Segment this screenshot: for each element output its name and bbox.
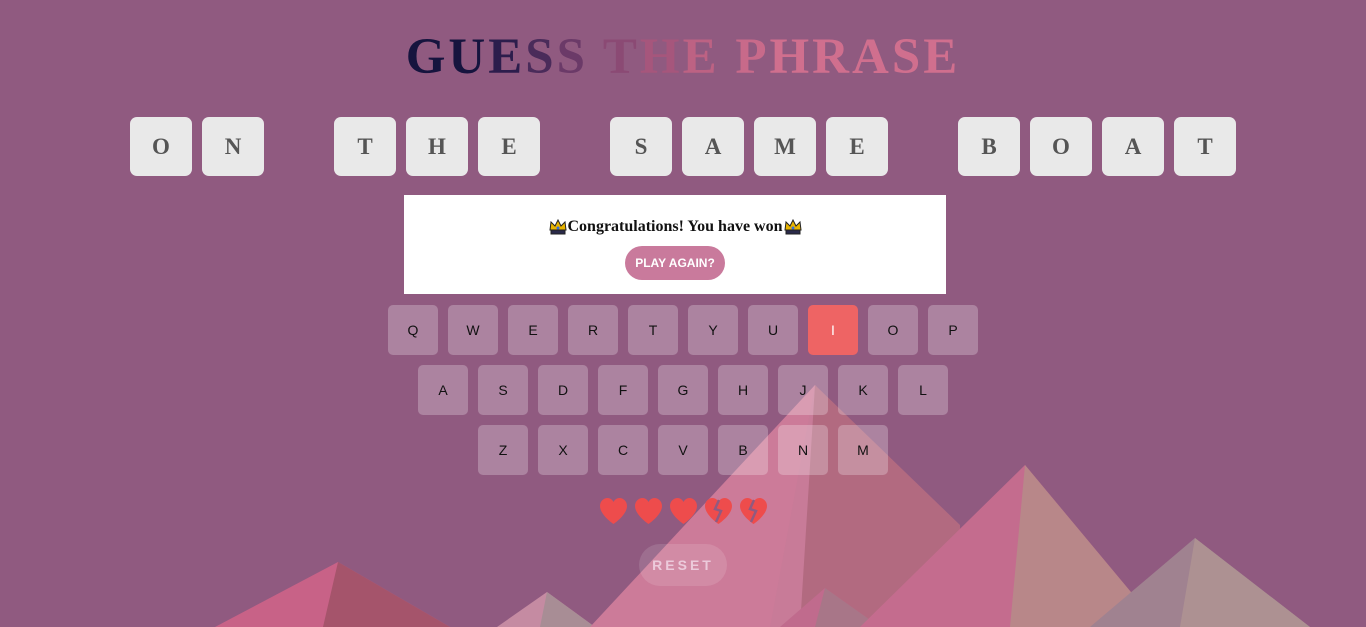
key-s[interactable]: S bbox=[478, 365, 528, 415]
key-v[interactable]: V bbox=[658, 425, 708, 475]
title-letter: S bbox=[525, 29, 557, 85]
key-r[interactable]: R bbox=[568, 305, 618, 355]
phrase-letter-tile: O bbox=[1030, 117, 1092, 176]
title-letter: H bbox=[769, 29, 813, 85]
key-c[interactable]: C bbox=[598, 425, 648, 475]
key-u[interactable]: U bbox=[748, 305, 798, 355]
key-g[interactable]: G bbox=[658, 365, 708, 415]
key-h[interactable]: H bbox=[718, 365, 768, 415]
title-letter: S bbox=[891, 29, 924, 85]
key-i[interactable]: I bbox=[808, 305, 858, 355]
lives-display bbox=[0, 496, 1366, 530]
title-letter: H bbox=[639, 29, 683, 85]
broken-heart-icon bbox=[740, 498, 767, 524]
key-x[interactable]: X bbox=[538, 425, 588, 475]
key-d[interactable]: D bbox=[538, 365, 588, 415]
title-letter: G bbox=[405, 29, 449, 85]
play-again-button[interactable]: PLAY AGAIN? bbox=[625, 246, 725, 280]
key-w[interactable]: W bbox=[448, 305, 498, 355]
broken-heart-icon bbox=[705, 498, 732, 524]
title-letter: T bbox=[602, 29, 640, 85]
title-letter: E bbox=[488, 29, 526, 85]
phrase-letter-tile: A bbox=[1102, 117, 1164, 176]
phrase-letter-tile: O bbox=[130, 117, 192, 176]
key-m[interactable]: M bbox=[838, 425, 888, 475]
phrase-letter-tile: E bbox=[478, 117, 540, 176]
key-j[interactable]: J bbox=[778, 365, 828, 415]
key-q[interactable]: Q bbox=[388, 305, 438, 355]
mountain-background bbox=[215, 385, 1310, 627]
phrase-letter-tile: S bbox=[610, 117, 672, 176]
key-e[interactable]: E bbox=[508, 305, 558, 355]
heart-icon bbox=[635, 498, 662, 524]
win-message-text: Congratulations! You have won bbox=[567, 218, 783, 235]
title-letter: E bbox=[923, 29, 961, 85]
title-letter: S bbox=[556, 29, 589, 85]
win-message: Congratulations! You have won bbox=[404, 216, 946, 238]
phrase-board: ONTHESAMEBOAT bbox=[0, 117, 1366, 176]
key-b[interactable]: B bbox=[718, 425, 768, 475]
key-f[interactable]: F bbox=[598, 365, 648, 415]
key-y[interactable]: Y bbox=[688, 305, 738, 355]
phrase-letter-tile: B bbox=[958, 117, 1020, 176]
heart-icon bbox=[670, 498, 697, 524]
reset-button[interactable]: RESET bbox=[639, 544, 727, 586]
phrase-letter-tile: H bbox=[406, 117, 468, 176]
title-letter: U bbox=[448, 29, 489, 85]
heart-icon bbox=[600, 498, 627, 524]
key-a[interactable]: A bbox=[418, 365, 468, 415]
key-k[interactable]: K bbox=[838, 365, 888, 415]
key-o[interactable]: O bbox=[868, 305, 918, 355]
title-space bbox=[588, 29, 603, 85]
win-banner: Congratulations! You have won PLAY AGAIN… bbox=[404, 195, 946, 294]
title-space bbox=[720, 29, 736, 85]
phrase-letter-tile: T bbox=[334, 117, 396, 176]
key-t[interactable]: T bbox=[628, 305, 678, 355]
title-letter: A bbox=[852, 29, 892, 85]
title-letter: P bbox=[735, 29, 770, 85]
phrase-letter-tile: M bbox=[754, 117, 816, 176]
phrase-letter-tile: N bbox=[202, 117, 264, 176]
key-p[interactable]: P bbox=[928, 305, 978, 355]
crown-icon bbox=[783, 218, 802, 235]
phrase-letter-tile: T bbox=[1174, 117, 1236, 176]
crown-icon bbox=[548, 218, 567, 235]
title-letter: E bbox=[682, 29, 720, 85]
key-z[interactable]: Z bbox=[478, 425, 528, 475]
phrase-letter-tile: E bbox=[826, 117, 888, 176]
phrase-letter-tile: A bbox=[682, 117, 744, 176]
title-letter: R bbox=[812, 29, 853, 85]
key-n[interactable]: N bbox=[778, 425, 828, 475]
key-l[interactable]: L bbox=[898, 365, 948, 415]
page-title: GUESS THE PHRASE bbox=[0, 26, 1366, 88]
